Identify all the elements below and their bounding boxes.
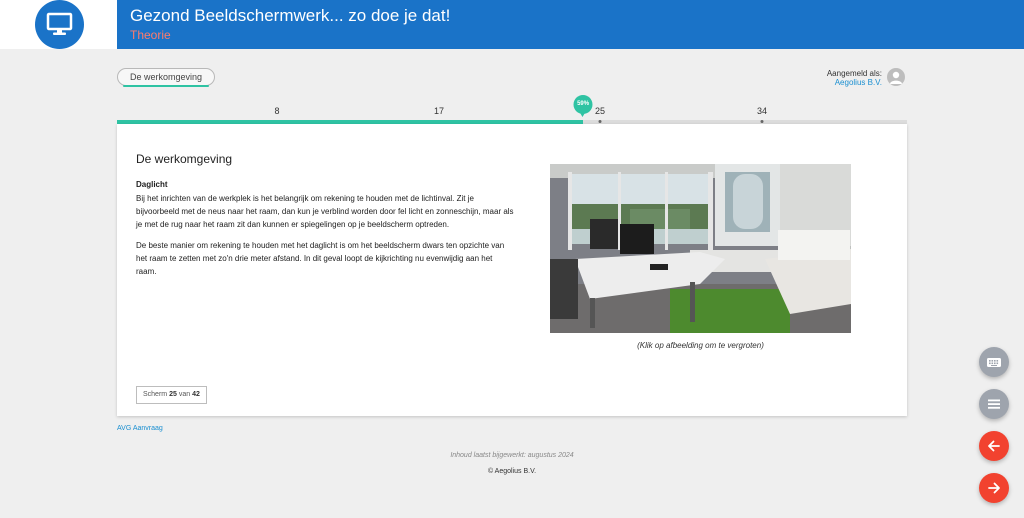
- logged-in-label: Aangemeld als:: [826, 69, 882, 78]
- image-caption: (Klik op afbeelding om te vergroten): [637, 341, 764, 350]
- screen-current: 25: [169, 391, 177, 398]
- app-subtitle: Theorie: [130, 28, 171, 42]
- arrow-right-icon: [988, 482, 1000, 494]
- copyright-text: © Aegolius B.V.: [487, 468, 537, 475]
- progress-percent-badge: 59%: [573, 95, 593, 117]
- logo-area: [0, 0, 117, 49]
- logged-in-user[interactable]: Aegolius B.V.: [835, 78, 882, 87]
- keyboard-icon: [987, 358, 1001, 367]
- progress-tick-dot: [598, 120, 602, 123]
- menu-button[interactable]: [979, 389, 1009, 419]
- progress-tick-dot: [760, 120, 764, 123]
- progress-tick-label: 8: [274, 106, 280, 116]
- keyboard-button[interactable]: [979, 347, 1009, 377]
- screen-counter: Scherm 25 van 42: [136, 386, 207, 404]
- content-paragraph: De beste manier om rekening te houden me…: [136, 241, 505, 276]
- content-card: De werkomgeving Daglicht Bij het inricht…: [117, 124, 907, 416]
- progress-tick-label: 34: [756, 106, 768, 116]
- user-avatar-icon[interactable]: [887, 68, 905, 86]
- previous-button[interactable]: [979, 431, 1009, 461]
- screen-total: 42: [192, 391, 200, 398]
- app-header: Gezond Beeldschermwerk... zo doe je dat!…: [0, 0, 1024, 49]
- arrow-left-icon: [988, 440, 1000, 452]
- content-subtitle: Daglicht: [136, 180, 168, 189]
- next-button[interactable]: [979, 473, 1009, 503]
- progress-tick-label: 17: [433, 106, 445, 116]
- menu-icon: [988, 399, 1000, 409]
- content-paragraph: Bij het inrichten van de werkplek is het…: [136, 194, 514, 229]
- app-title: Gezond Beeldschermwerk... zo doe je dat!: [130, 6, 451, 25]
- monitor-icon: [35, 0, 84, 49]
- avg-request-link[interactable]: AVG Aanvraag: [117, 425, 163, 432]
- section-chip[interactable]: De werkomgeving: [117, 68, 216, 87]
- progress-tick-label: 25: [594, 106, 606, 116]
- last-updated-text: Inhoud laatst bijgewerkt: augustus 2024: [450, 452, 574, 459]
- screen-sep: van: [178, 391, 191, 398]
- screen-prefix: Scherm: [143, 391, 168, 398]
- office-photo[interactable]: [550, 164, 851, 333]
- content-title: De werkomgeving: [136, 152, 233, 166]
